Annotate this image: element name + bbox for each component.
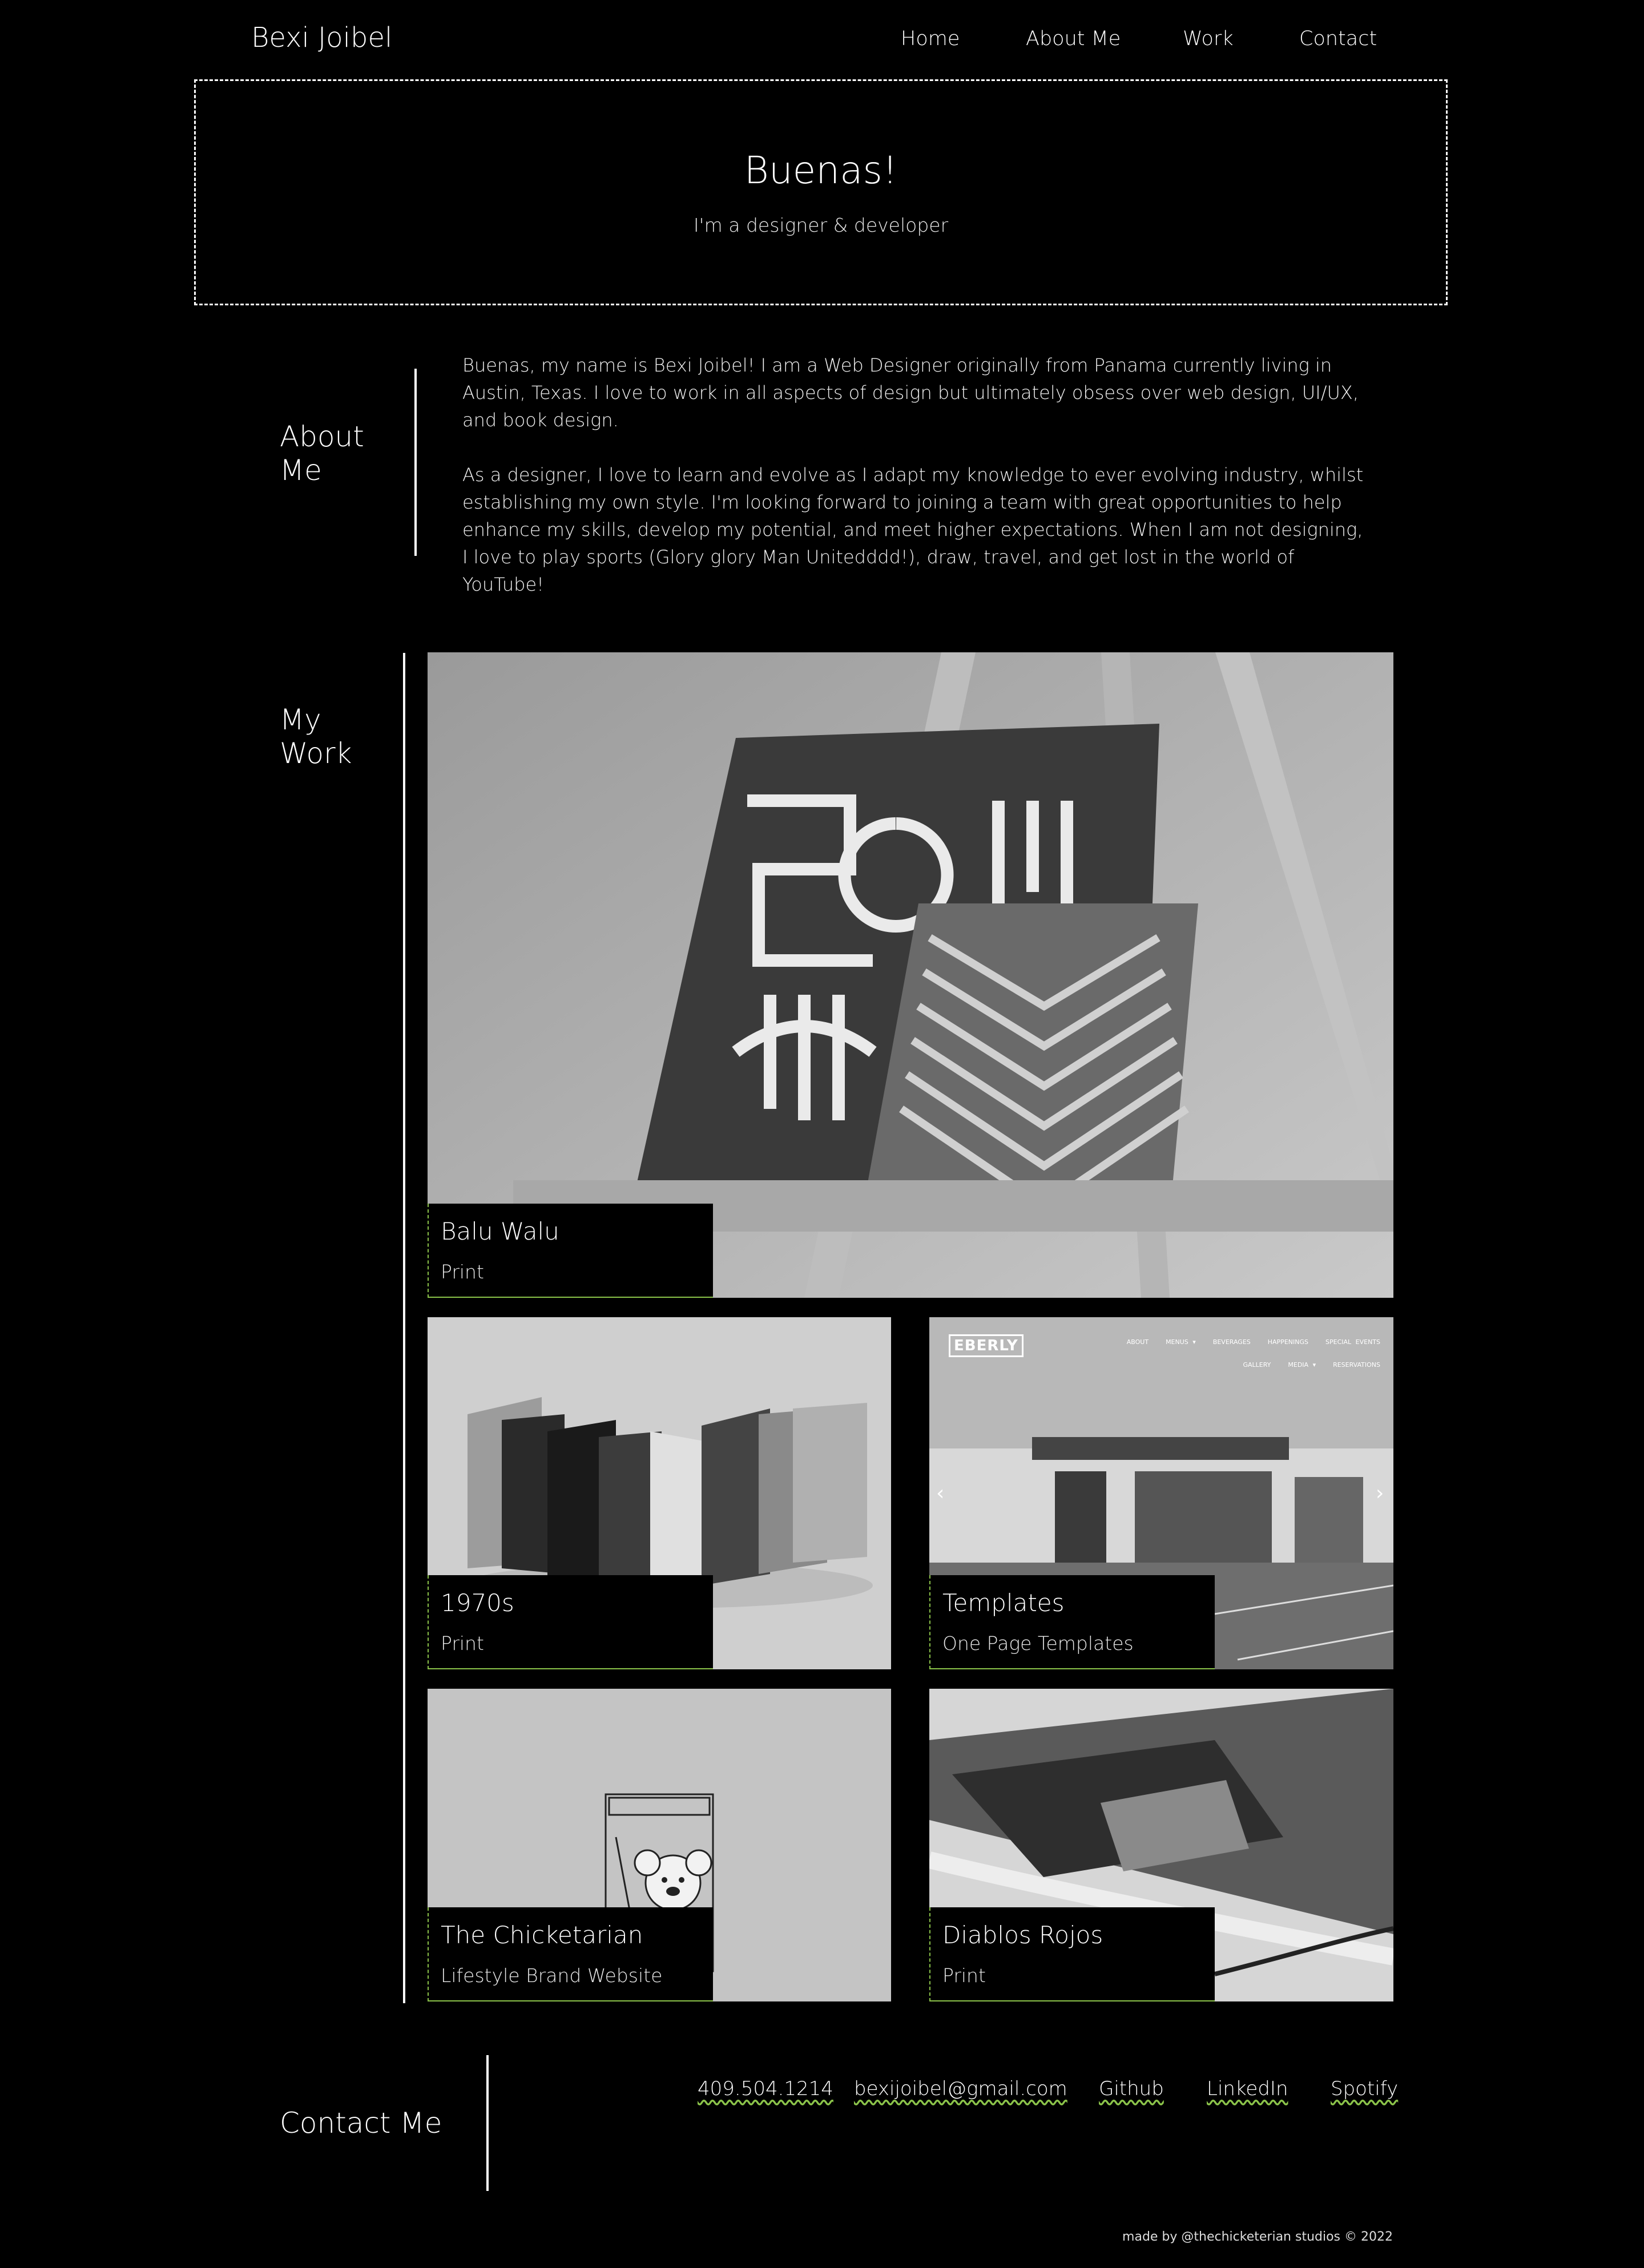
preview-menu-item: GALLERY	[1243, 1361, 1271, 1369]
hero-title: Buenas!	[744, 148, 898, 192]
preview-menu-item: SPECIAL EVENTS	[1325, 1338, 1380, 1346]
eberly-logo: EBERLY	[949, 1334, 1024, 1357]
project-card-templates[interactable]: EBERLY ABOUT MENUS ▾ BEVERAGES HAPPENING…	[929, 1317, 1393, 1669]
phone-link[interactable]: 409.504.1214	[698, 2077, 833, 2100]
project-caption: The Chicketarian Lifestyle Brand Website	[428, 1907, 713, 2001]
about-paragraph: As a designer, I love to learn and evolv…	[462, 464, 1364, 595]
about-body: Buenas, my name is Bexi Joibel! I am a W…	[462, 352, 1364, 625]
about-heading-line2: Me	[280, 454, 322, 487]
project-title: The Chicketarian	[441, 1921, 643, 1949]
github-link[interactable]: Github	[1099, 2077, 1164, 2100]
preview-menu-item: BEVERAGES	[1212, 1338, 1251, 1346]
email-link[interactable]: bexijoibel@gmail.com	[854, 2077, 1067, 2100]
about-heading: About Me	[280, 420, 364, 487]
nav-link-work[interactable]: Work	[1183, 27, 1234, 50]
project-caption: Balu Walu Print	[428, 1204, 713, 1298]
project-title: Balu Walu	[441, 1217, 559, 1245]
nav-link-home[interactable]: Home	[901, 27, 960, 50]
contact-links: 409.504.1214 bexijoibel@gmail.com Github…	[0, 2077, 1644, 2106]
work-heading: My Work	[280, 703, 352, 770]
project-category: Print	[441, 1261, 484, 1283]
work-heading-line2: Work	[280, 737, 352, 770]
project-card-balu-walu[interactable]: Balu Walu Print	[428, 652, 1393, 1298]
nav-link-about[interactable]: About Me	[1026, 27, 1121, 50]
project-category: Lifestyle Brand Website	[441, 1964, 663, 1987]
project-card-chicketarian[interactable]: The Chicketarian Lifestyle Brand Website	[428, 1689, 891, 2001]
nav-link-contact[interactable]: Contact	[1299, 27, 1377, 50]
project-category: Print	[441, 1632, 484, 1654]
preview-menu: ABOUT MENUS ▾ BEVERAGES HAPPENINGS SPECI…	[1118, 1331, 1380, 1377]
project-card-diablos-rojos[interactable]: Diablos Rojos Print	[929, 1689, 1393, 2001]
footer-credit: made by @thechicketerian studios © 2022	[1122, 2230, 1393, 2244]
linkedin-link[interactable]: LinkedIn	[1207, 2077, 1288, 2100]
preview-menu-item: RESERVATIONS	[1333, 1361, 1380, 1369]
project-caption: Diablos Rojos Print	[929, 1907, 1215, 2001]
contact-divider	[486, 2055, 489, 2191]
project-title: Templates	[942, 1589, 1065, 1617]
contact-heading: Contact Me	[280, 2106, 442, 2140]
preview-menu-item: MEDIA ▾	[1288, 1361, 1316, 1369]
main-nav: Home About Me Work Contact	[0, 27, 1644, 53]
project-caption: Templates One Page Templates	[929, 1575, 1215, 1669]
spotify-link[interactable]: Spotify	[1331, 2077, 1398, 2100]
balu-walu-photo	[428, 652, 1393, 1298]
about-heading-line1: About	[280, 420, 364, 453]
project-title: Diablos Rojos	[942, 1921, 1103, 1949]
project-title: 1970s	[441, 1589, 514, 1617]
preview-menu-item: HAPPENINGS	[1267, 1338, 1308, 1346]
project-category: One Page Templates	[942, 1632, 1134, 1654]
preview-menu-item: MENUS ▾	[1166, 1338, 1196, 1346]
preview-menu-item: ABOUT	[1126, 1338, 1149, 1346]
project-caption: 1970s Print	[428, 1575, 713, 1669]
project-category: Print	[942, 1964, 986, 1987]
chevron-right-icon: ›	[1376, 1482, 1384, 1505]
hero-banner: Buenas! I'm a designer & developer	[194, 79, 1448, 305]
hero-subtitle: I'm a designer & developer	[693, 214, 949, 236]
chevron-left-icon: ‹	[936, 1482, 945, 1505]
project-card-1970s[interactable]: 1970s Print	[428, 1317, 891, 1669]
about-paragraph: Buenas, my name is Bexi Joibel! I am a W…	[462, 354, 1359, 431]
work-heading-line1: My	[280, 703, 321, 736]
work-divider	[403, 653, 405, 2003]
about-divider	[414, 369, 417, 556]
